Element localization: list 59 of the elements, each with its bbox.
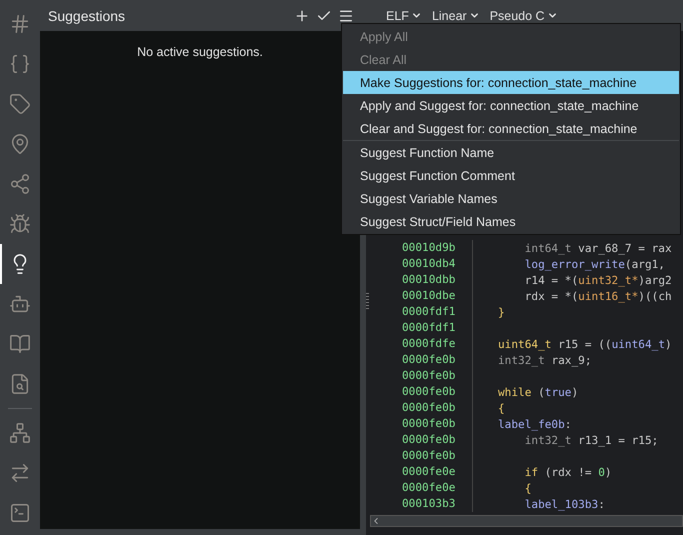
address-label: 0000fdf1	[366, 320, 473, 336]
menu-item[interactable]: Suggest Function Name	[343, 141, 679, 164]
file-search-icon	[9, 373, 31, 395]
code-line: int64_t var_68_7 = rax	[524, 242, 672, 254]
swap-icon	[9, 462, 31, 484]
address-label: 0000fe0b	[366, 448, 473, 464]
address-label: 0000fdf1	[366, 304, 473, 320]
code-line: log_error_write(arg1,	[524, 258, 665, 270]
code-line: {	[498, 402, 505, 414]
menu-item[interactable]: Suggest Struct/Field Names	[343, 210, 679, 233]
address-label: 0000fe0b	[366, 352, 473, 368]
menu-item[interactable]: Suggest Function Comment	[343, 164, 679, 187]
code-line: label_fe0b:	[498, 418, 572, 430]
menu-item[interactable]: Apply and Suggest for: connection_state_machine	[343, 94, 679, 117]
code-line: int32_t r13_1 = r15;	[524, 434, 658, 446]
empty-message: No active suggestions.	[137, 45, 263, 61]
book-icon	[9, 333, 31, 355]
code-line: if (rdx != 0)	[524, 466, 612, 478]
address-label: 0000fe0b	[366, 384, 473, 400]
address-label: 00010d9b	[366, 240, 473, 256]
robot-icon	[9, 293, 31, 315]
panel-title: Suggestions	[48, 8, 126, 24]
tag-icon	[9, 93, 31, 115]
code-line: {	[524, 482, 532, 494]
address-label: 00010dbe	[366, 288, 473, 304]
bug-icon	[9, 213, 31, 235]
add-button[interactable]	[294, 8, 310, 24]
terminal-icon	[9, 502, 31, 524]
address-label: 00010dbb	[366, 272, 473, 288]
menu-item[interactable]: Suggest Variable Names	[343, 187, 679, 210]
map-pin-icon	[9, 133, 31, 155]
code-line: label_103b3:	[524, 498, 605, 510]
address-label: 000103b3	[366, 496, 473, 512]
address-label: 0000fe0b	[366, 400, 473, 416]
braces-icon	[9, 53, 31, 75]
menu-button[interactable]	[338, 8, 354, 24]
view-dropdown[interactable]: ELF	[386, 8, 422, 22]
address-label: 0000fdfe	[366, 336, 473, 352]
address-label: 0000fe0b	[366, 368, 473, 384]
menu-item[interactable]: Clear and Suggest for: connection_state_machine	[343, 117, 679, 140]
code-line: r14 = *(uint32_t*)arg2	[524, 274, 672, 286]
code-line: rdx = *(uint16_t*)((ch	[524, 290, 672, 302]
code-line: while (true)	[498, 386, 578, 398]
address-label: 0000fe0b	[366, 416, 473, 432]
hierarchy-icon	[9, 422, 31, 444]
view-dropdown[interactable]: Linear	[432, 8, 480, 22]
code-line: int32_t rax_9;	[498, 354, 592, 366]
address-label: 0000fe0e	[366, 464, 473, 480]
address-label: 00010db4	[366, 256, 473, 272]
graph-nodes-icon	[9, 173, 31, 195]
code-line: }	[498, 306, 505, 318]
menu-item[interactable]: Make Suggestions for: connection_state_machine	[343, 71, 679, 94]
horizontal-scrollbar[interactable]	[370, 515, 683, 527]
resize-grip[interactable]	[366, 293, 369, 311]
hash-icon	[9, 13, 31, 35]
address-label: 0000fe0e	[366, 480, 473, 496]
view-dropdown[interactable]: Pseudo C	[490, 8, 558, 22]
code-line: uint64_t r15 = ((uint64_t)	[498, 338, 672, 350]
address-label: 0000fe0b	[366, 432, 473, 448]
